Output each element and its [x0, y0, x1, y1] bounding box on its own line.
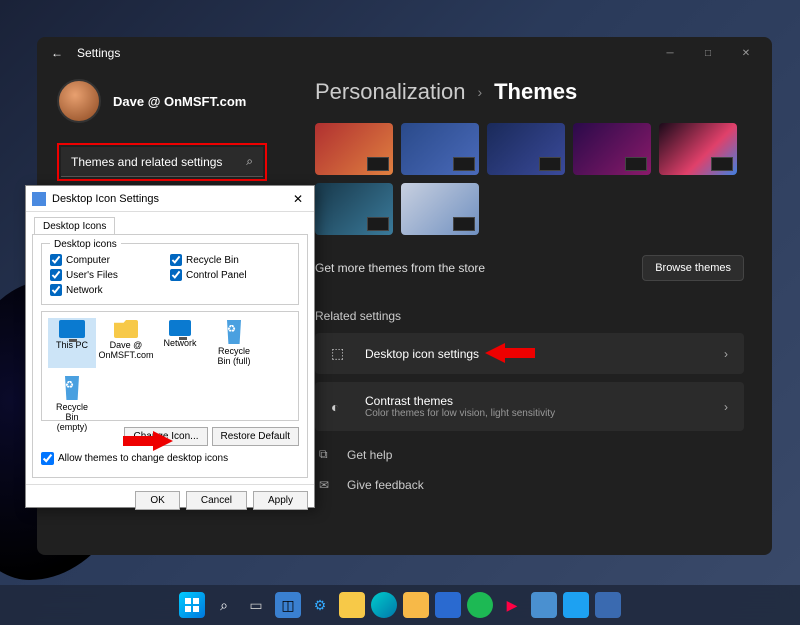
taskbar-app-icon[interactable]	[403, 592, 429, 618]
contrast-themes-row[interactable]: ◐ Contrast themes Color themes for low v…	[315, 382, 744, 431]
theme-thumbnail[interactable]	[573, 123, 651, 175]
theme-grid	[315, 123, 744, 235]
search-icon: ⌕	[246, 154, 253, 169]
row-label: Contrast themes	[365, 394, 555, 408]
ok-button[interactable]: OK	[135, 491, 179, 510]
restore-default-button[interactable]: Restore Default	[212, 427, 299, 446]
dialog-title: Desktop Icon Settings	[52, 193, 288, 205]
chevron-right-icon: ›	[477, 84, 482, 100]
user-profile[interactable]: Dave @ OnMSFT.com	[57, 79, 267, 123]
avatar	[57, 79, 101, 123]
checkbox-network[interactable]: Network	[50, 284, 170, 296]
breadcrumb: Personalization › Themes	[315, 79, 744, 105]
chevron-right-icon: ›	[724, 347, 728, 361]
desktop-icon-settings-row[interactable]: ⬚ Desktop icon settings ›	[315, 333, 744, 374]
icon-this-pc[interactable]: This PC	[48, 318, 96, 368]
back-button[interactable]: ←	[45, 46, 69, 60]
theme-thumbnail[interactable]	[315, 123, 393, 175]
user-name-label: Dave @ OnMSFT.com	[113, 94, 246, 109]
close-button[interactable]: ✕	[728, 39, 764, 67]
icon-user-folder[interactable]: Dave @ OnMSFT.com	[102, 318, 150, 368]
dialog-titlebar: Desktop Icon Settings ✕	[26, 186, 314, 212]
help-icon: ⧉	[319, 447, 335, 462]
change-icon-button[interactable]: Change Icon...	[124, 427, 207, 446]
breadcrumb-current: Themes	[494, 79, 577, 105]
row-sublabel: Color themes for low vision, light sensi…	[365, 408, 555, 419]
search-text: Themes and related settings	[71, 155, 246, 169]
start-button[interactable]	[179, 592, 205, 618]
taskbar-spotify-icon[interactable]	[467, 592, 493, 618]
contrast-icon: ◐	[331, 399, 351, 415]
give-feedback-link[interactable]: ✉ Give feedback	[315, 470, 744, 500]
taskbar-app-icon[interactable]	[563, 592, 589, 618]
maximize-button[interactable]: □	[690, 39, 726, 67]
taskbar-explorer-icon[interactable]	[339, 592, 365, 618]
related-settings-title: Related settings	[315, 309, 744, 323]
chevron-right-icon: ›	[724, 400, 728, 414]
icon-network[interactable]: Network	[156, 318, 204, 368]
dialog-close-button[interactable]: ✕	[288, 192, 308, 206]
taskbar: ⌕ ▭ ◫ ⚙ ▶	[0, 585, 800, 625]
taskbar-widgets-icon[interactable]: ◫	[275, 592, 301, 618]
taskbar-app-icon[interactable]: ▶	[499, 592, 525, 618]
desktop-icons-fieldset: Desktop icons Computer User's Files Netw…	[41, 243, 299, 305]
taskbar-app-icon[interactable]	[595, 592, 621, 618]
checkbox-control-panel[interactable]: Control Panel	[170, 269, 290, 281]
dialog-icon	[32, 192, 46, 206]
theme-thumbnail[interactable]	[401, 123, 479, 175]
minimize-button[interactable]: ─	[652, 39, 688, 67]
taskbar-app-icon[interactable]	[531, 592, 557, 618]
taskbar-search-icon[interactable]: ⌕	[211, 592, 237, 618]
fieldset-legend: Desktop icons	[50, 239, 121, 250]
desktop-icon: ⬚	[331, 345, 351, 362]
icon-recycle-bin-full[interactable]: Recycle Bin (full)	[210, 318, 258, 368]
checkbox-users-files[interactable]: User's Files	[50, 269, 170, 281]
taskbar-app-icon[interactable]	[435, 592, 461, 618]
highlight-annotation: Themes and related settings ⌕	[57, 143, 267, 181]
taskbar-app-icon[interactable]: ⚙	[307, 592, 333, 618]
theme-thumbnail[interactable]	[659, 123, 737, 175]
store-text: Get more themes from the store	[315, 261, 485, 275]
titlebar: ← Settings ─ □ ✕	[37, 37, 772, 69]
checkbox-allow-themes[interactable]: Allow themes to change desktop icons	[41, 452, 299, 465]
apply-button[interactable]: Apply	[253, 491, 308, 510]
desktop-icon-settings-dialog: Desktop Icon Settings ✕ Desktop Icons De…	[25, 185, 315, 508]
search-input[interactable]: Themes and related settings ⌕	[61, 147, 263, 177]
red-arrow-annotation	[485, 343, 535, 363]
get-help-link[interactable]: ⧉ Get help	[315, 439, 744, 470]
cancel-button[interactable]: Cancel	[186, 491, 247, 510]
content-area: Personalization › Themes Get more themes…	[287, 69, 772, 555]
window-title: Settings	[77, 46, 652, 60]
browse-themes-button[interactable]: Browse themes	[642, 255, 744, 281]
theme-thumbnail[interactable]	[401, 183, 479, 235]
taskbar-taskview-icon[interactable]: ▭	[243, 592, 269, 618]
theme-thumbnail[interactable]	[487, 123, 565, 175]
icon-recycle-bin-empty[interactable]: Recycle Bin (empty)	[48, 374, 96, 434]
taskbar-edge-icon[interactable]	[371, 592, 397, 618]
checkbox-computer[interactable]: Computer	[50, 254, 170, 266]
tab-desktop-icons[interactable]: Desktop Icons	[34, 217, 115, 235]
feedback-icon: ✉	[319, 478, 335, 492]
store-row: Get more themes from the store Browse th…	[315, 241, 744, 295]
icon-preview-grid: This PC Dave @ OnMSFT.com Network Recycl…	[41, 311, 299, 421]
checkbox-recycle-bin[interactable]: Recycle Bin	[170, 254, 290, 266]
breadcrumb-parent[interactable]: Personalization	[315, 79, 465, 105]
theme-thumbnail[interactable]	[315, 183, 393, 235]
row-label: Desktop icon settings	[365, 347, 479, 361]
